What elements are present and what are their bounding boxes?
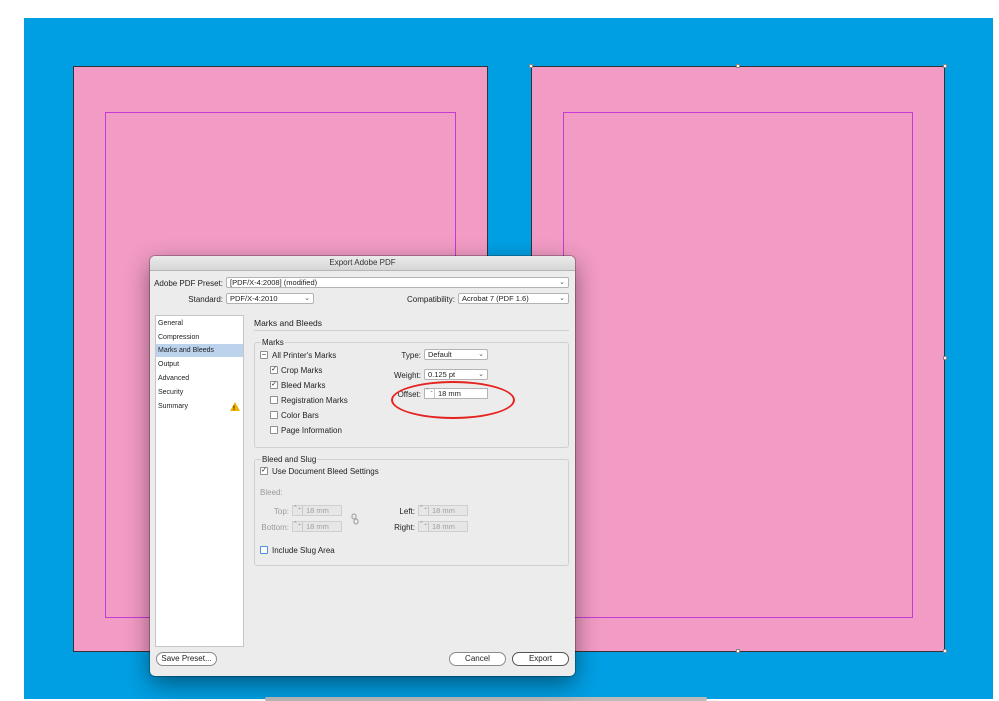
selection-handle[interactable] bbox=[943, 356, 947, 360]
horizontal-scrollbar[interactable] bbox=[265, 697, 707, 701]
sidebar-item-label: General bbox=[158, 320, 183, 327]
export-button[interactable]: Export bbox=[512, 652, 569, 666]
bleed-top-value: 18 mm bbox=[306, 506, 329, 515]
sidebar-item-compression[interactable]: Compression bbox=[156, 331, 243, 344]
standard-select[interactable]: PDF/X-4:2010 ⌄ bbox=[226, 293, 314, 304]
section-title: Marks and Bleeds bbox=[254, 318, 323, 328]
selection-handle[interactable] bbox=[529, 64, 533, 68]
top-label: Top: bbox=[273, 507, 289, 516]
save-preset-button[interactable]: Save Preset... bbox=[156, 652, 217, 666]
include-slug-label: Include Slug Area bbox=[272, 546, 335, 555]
compatibility-select[interactable]: Acrobat 7 (PDF 1.6) ⌄ bbox=[458, 293, 569, 304]
chevron-down-icon: ⌄ bbox=[304, 295, 310, 302]
preset-select[interactable]: [PDF/X-4:2008] (modified) ⌄ bbox=[226, 277, 569, 288]
weight-select[interactable]: 0.125 pt ⌄ bbox=[424, 369, 488, 380]
dialog-title: Export Adobe PDF bbox=[150, 256, 575, 271]
crop-marks-checkbox[interactable]: ✓ bbox=[270, 366, 278, 374]
check-icon: ✓ bbox=[261, 467, 267, 474]
cancel-button[interactable]: Cancel bbox=[449, 652, 506, 666]
selection-handle[interactable] bbox=[943, 64, 947, 68]
sidebar-item-security[interactable]: Security bbox=[156, 386, 243, 399]
export-pdf-dialog: Export Adobe PDF Adobe PDF Preset: [PDF/… bbox=[150, 256, 575, 676]
use-document-bleed-checkbox[interactable]: ✓ bbox=[260, 467, 268, 475]
chevron-down-icon: ⌄ bbox=[478, 351, 484, 358]
standard-label: Standard: bbox=[188, 295, 223, 304]
sidebar-item-summary[interactable]: Summary ! bbox=[156, 400, 243, 413]
color-bars-checkbox[interactable] bbox=[270, 411, 278, 419]
color-bars-label: Color Bars bbox=[281, 411, 319, 420]
page-information-label: Page Information bbox=[281, 426, 342, 435]
compatibility-label: Compatibility: bbox=[406, 295, 455, 304]
bleed-label: Bleed: bbox=[260, 488, 283, 497]
check-icon: ✓ bbox=[271, 366, 277, 373]
sidebar-item-label: Marks and Bleeds bbox=[158, 347, 215, 354]
category-sidebar: General Compression Marks and Bleeds Out… bbox=[155, 315, 244, 647]
chevron-down-icon: ⌄ bbox=[559, 295, 565, 302]
mixed-icon: – bbox=[262, 351, 266, 358]
chevron-down-icon: ⌄ bbox=[478, 371, 484, 378]
warning-glyph: ! bbox=[233, 406, 235, 412]
registration-marks-checkbox[interactable] bbox=[270, 396, 278, 404]
weight-value: 0.125 pt bbox=[428, 370, 456, 379]
sidebar-item-general[interactable]: General bbox=[156, 317, 243, 330]
stepper-icon[interactable]: ⌃⌄ bbox=[419, 506, 429, 515]
type-label: Type: bbox=[401, 351, 421, 360]
bleed-left-input[interactable]: ⌃⌄ 18 mm bbox=[418, 505, 468, 516]
standard-value: PDF/X-4:2010 bbox=[230, 294, 278, 303]
check-icon: ✓ bbox=[271, 381, 277, 388]
left-label: Left: bbox=[399, 507, 415, 516]
stepper-icon[interactable]: ⌃⌄ bbox=[293, 506, 303, 515]
bleed-slug-group-label: Bleed and Slug bbox=[261, 454, 318, 465]
preset-value: [PDF/X-4:2008] (modified) bbox=[230, 278, 318, 287]
sidebar-item-label: Advanced bbox=[158, 375, 190, 382]
right-label: Right: bbox=[394, 523, 415, 532]
use-document-bleed-label: Use Document Bleed Settings bbox=[272, 467, 379, 476]
selection-handle[interactable] bbox=[736, 649, 740, 653]
bleed-marks-label: Bleed Marks bbox=[281, 381, 326, 390]
bottom-label: Bottom: bbox=[261, 523, 289, 532]
bleed-bottom-input[interactable]: ⌃⌄ 18 mm bbox=[292, 521, 342, 532]
preset-label: Adobe PDF Preset: bbox=[154, 279, 223, 288]
sidebar-item-label: Summary bbox=[158, 403, 188, 410]
marks-group-label: Marks bbox=[261, 337, 285, 348]
annotation-circle bbox=[391, 381, 515, 419]
sidebar-item-label: Security bbox=[158, 389, 184, 396]
warning-icon: ! bbox=[230, 402, 240, 412]
include-slug-checkbox[interactable] bbox=[260, 546, 268, 554]
bleed-right-input[interactable]: ⌃⌄ 18 mm bbox=[418, 521, 468, 532]
crop-marks-label: Crop Marks bbox=[281, 366, 323, 375]
type-select[interactable]: Default ⌄ bbox=[424, 349, 488, 360]
right-page-margin-guide bbox=[563, 112, 913, 618]
all-printers-marks-checkbox[interactable]: – bbox=[260, 351, 268, 359]
bleed-left-value: 18 mm bbox=[432, 506, 455, 515]
weight-label: Weight: bbox=[394, 371, 421, 380]
page-information-checkbox[interactable] bbox=[270, 426, 278, 434]
sidebar-item-marks-and-bleeds[interactable]: Marks and Bleeds bbox=[156, 344, 243, 357]
selection-handle[interactable] bbox=[736, 64, 740, 68]
stepper-icon[interactable]: ⌃⌄ bbox=[419, 522, 429, 531]
chain-link-icon[interactable] bbox=[350, 513, 360, 525]
bleed-bottom-value: 18 mm bbox=[306, 522, 329, 531]
all-printers-marks-label: All Printer's Marks bbox=[272, 351, 337, 360]
sidebar-item-output[interactable]: Output bbox=[156, 358, 243, 371]
type-value: Default bbox=[428, 350, 452, 359]
sidebar-item-label: Output bbox=[158, 361, 180, 368]
bleed-marks-checkbox[interactable]: ✓ bbox=[270, 381, 278, 389]
chevron-down-icon: ⌄ bbox=[559, 279, 565, 286]
registration-marks-label: Registration Marks bbox=[281, 396, 348, 405]
compatibility-value: Acrobat 7 (PDF 1.6) bbox=[462, 294, 529, 303]
stepper-icon[interactable]: ⌃⌄ bbox=[293, 522, 303, 531]
section-divider bbox=[254, 330, 569, 331]
bleed-right-value: 18 mm bbox=[432, 522, 455, 531]
selection-handle[interactable] bbox=[943, 649, 947, 653]
bleed-top-input[interactable]: ⌃⌄ 18 mm bbox=[292, 505, 342, 516]
sidebar-item-label: Compression bbox=[158, 334, 200, 341]
sidebar-item-advanced[interactable]: Advanced bbox=[156, 372, 243, 385]
